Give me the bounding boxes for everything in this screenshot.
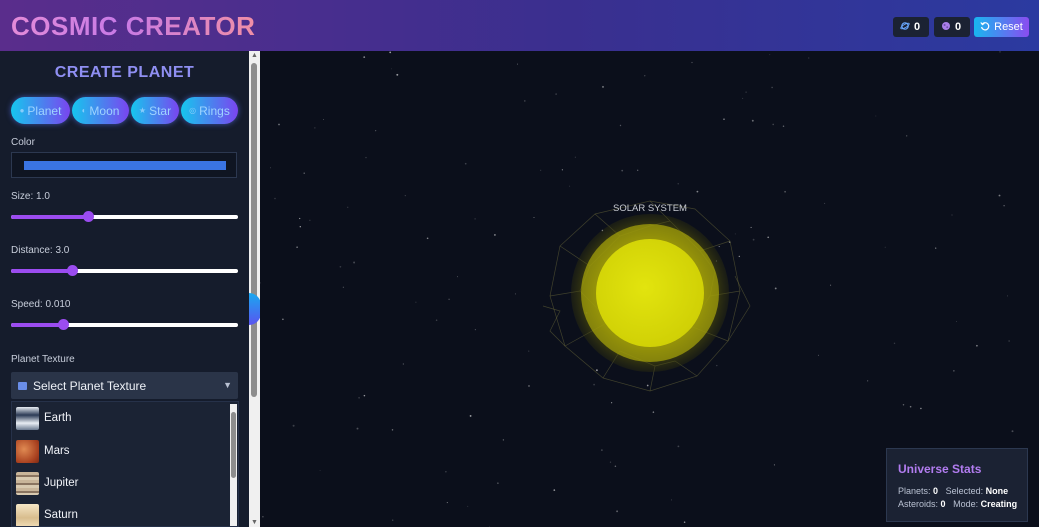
color-swatch [24, 161, 226, 170]
slider-thumb[interactable] [67, 265, 79, 276]
app-header: COSMIC CREATOR 0 0 Reset [0, 0, 1039, 51]
selected-value: None [985, 486, 1009, 496]
slider-fill [11, 269, 73, 273]
color-label: Color [11, 137, 35, 148]
panel-title: CREATE PLANET [54, 64, 195, 81]
distance-label: Distance: 3.0 [11, 245, 70, 256]
texture-name: Jupiter [44, 477, 79, 489]
sun[interactable] [596, 239, 704, 347]
stats-line-2: Asteroids: 0 Mode: Creating [898, 499, 1017, 509]
type-star-button[interactable]: ★ Star [131, 97, 179, 124]
asteroid-icon [941, 21, 951, 34]
type-moon-button[interactable]: ◐ Moon [72, 97, 129, 124]
size-slider[interactable] [11, 210, 238, 224]
circle-icon: ● [19, 106, 25, 115]
planet-icon [900, 21, 910, 34]
earth-thumbnail [16, 406, 39, 430]
color-picker[interactable] [11, 152, 237, 178]
texture-name: Saturn [44, 509, 78, 521]
asteroids-value: 0 [940, 499, 946, 509]
moon-icon: ◐ [81, 106, 87, 115]
reset-label: Reset [994, 21, 1023, 33]
texture-name: Mars [44, 445, 70, 457]
asteroid-counter: 0 [934, 17, 970, 37]
slider-fill [11, 215, 89, 219]
type-moon-label: Moon [89, 103, 120, 118]
texture-name: Earth [44, 412, 72, 424]
asteroid-count: 0 [955, 21, 962, 33]
image-icon [18, 381, 27, 390]
texture-item-saturn[interactable]: Saturn [16, 502, 226, 526]
texture-item-jupiter[interactable]: Jupiter [16, 470, 226, 496]
scroll-up-arrow-icon[interactable]: ▲ [251, 52, 258, 59]
jupiter-thumbnail [16, 471, 39, 495]
planet-counter: 0 [893, 17, 929, 37]
chevron-down-icon: ▼ [223, 380, 232, 390]
selected-label: Selected: [945, 486, 984, 496]
saturn-thumbnail [16, 503, 39, 526]
speed-label: Speed: 0.010 [11, 299, 71, 310]
type-rings-label: Rings [199, 103, 230, 118]
size-label: Size: 1.0 [11, 191, 50, 202]
texture-item-earth[interactable]: Earth [16, 405, 226, 431]
universe-stats-panel: Universe Stats Planets: 0 Selected: None… [886, 448, 1028, 522]
texture-select[interactable]: Select Planet Texture ▼ [11, 372, 238, 399]
type-star-label: Star [149, 103, 172, 118]
reset-icon [980, 21, 990, 34]
mode-value: Creating [980, 499, 1018, 509]
solar-system-label: SOLAR SYSTEM [613, 203, 687, 214]
star-icon: ★ [138, 106, 147, 115]
type-planet-button[interactable]: ● Planet [11, 97, 70, 124]
ring-icon: ◎ [189, 106, 197, 115]
planet-count: 0 [914, 21, 921, 33]
planets-label: Planets: [898, 486, 931, 496]
texture-list: Earth Mars Jupiter Saturn [11, 401, 239, 527]
mars-thumbnail [16, 439, 39, 463]
planets-value: 0 [933, 486, 939, 496]
texture-list-scrollbar[interactable] [230, 404, 237, 526]
scroll-down-arrow-icon[interactable]: ▼ [251, 519, 258, 526]
scrollbar-thumb[interactable] [251, 63, 257, 397]
texture-item-mars[interactable]: Mars [16, 438, 226, 464]
stats-title: Universe Stats [898, 462, 982, 476]
slider-fill [11, 323, 64, 327]
create-panel: CREATE PLANET ● Planet ◐ Moon ★ Star ◎ R… [0, 51, 250, 527]
type-planet-label: Planet [27, 103, 62, 118]
asteroids-label: Asteroids: [898, 499, 939, 509]
type-rings-button[interactable]: ◎ Rings [181, 97, 238, 124]
texture-label: Planet Texture [11, 354, 75, 365]
sidebar-scrollbar[interactable]: ▲ ▼ [249, 51, 260, 527]
texture-select-value: Select Planet Texture [33, 378, 147, 393]
app-title: COSMIC CREATOR [11, 11, 256, 41]
mode-label: Mode: [953, 499, 979, 509]
stats-line-1: Planets: 0 Selected: None [898, 486, 1008, 496]
reset-button[interactable]: Reset [974, 17, 1029, 37]
distance-slider[interactable] [11, 264, 238, 278]
slider-thumb[interactable] [58, 319, 70, 330]
scrollbar-thumb[interactable] [231, 412, 236, 478]
speed-slider[interactable] [11, 318, 238, 332]
slider-thumb[interactable] [83, 211, 95, 222]
